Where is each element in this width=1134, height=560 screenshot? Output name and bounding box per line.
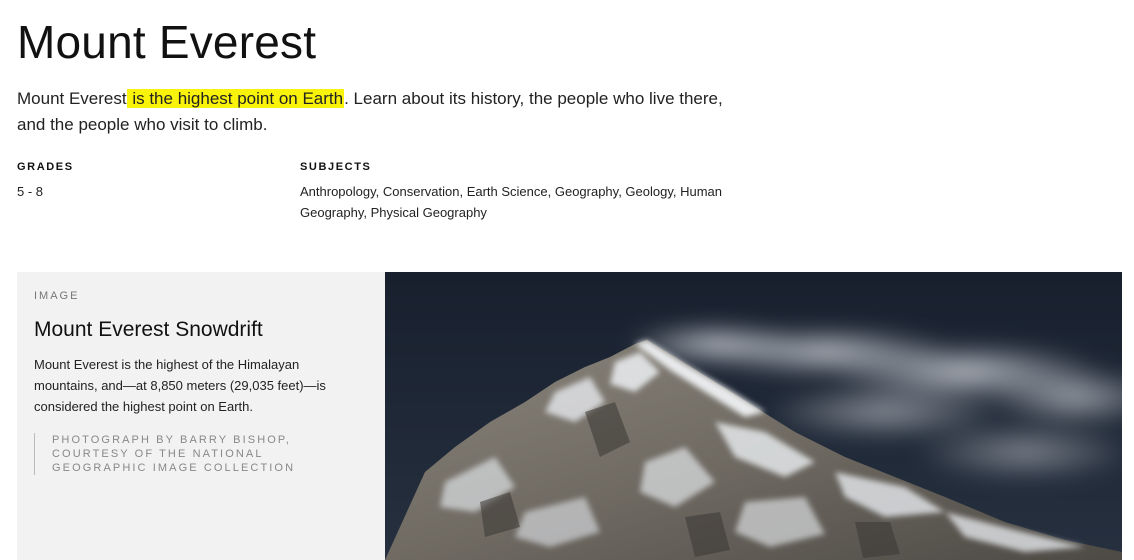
grades-value: 5 - 8 <box>17 184 44 199</box>
media-type-label: IMAGE <box>34 290 80 302</box>
intro-text-start: Mount Everest <box>17 89 127 108</box>
page: Mount Everest Mount Everest is the highe… <box>0 0 1134 560</box>
photo-credit: PHOTOGRAPH BY BARRY BISHOP, COURTESY OF … <box>34 433 332 475</box>
page-title: Mount Everest <box>17 16 317 68</box>
media-caption: Mount Everest is the highest of the Hima… <box>34 357 326 414</box>
subjects-value: Anthropology, Conservation, Earth Scienc… <box>300 184 723 220</box>
subjects-label: SUBJECTS <box>300 161 372 173</box>
intro-text: Mount Everest is the highest point on Ea… <box>17 86 737 138</box>
media-title: Mount Everest Snowdrift <box>34 318 263 341</box>
highlighted-text[interactable]: is the highest point on Earth <box>126 89 345 108</box>
mountain-photo[interactable] <box>385 272 1122 560</box>
media-caption-panel: IMAGE Mount Everest Snowdrift Mount Ever… <box>17 272 385 560</box>
grades-label: GRADES <box>17 161 74 173</box>
media-card: IMAGE Mount Everest Snowdrift Mount Ever… <box>17 272 1122 560</box>
